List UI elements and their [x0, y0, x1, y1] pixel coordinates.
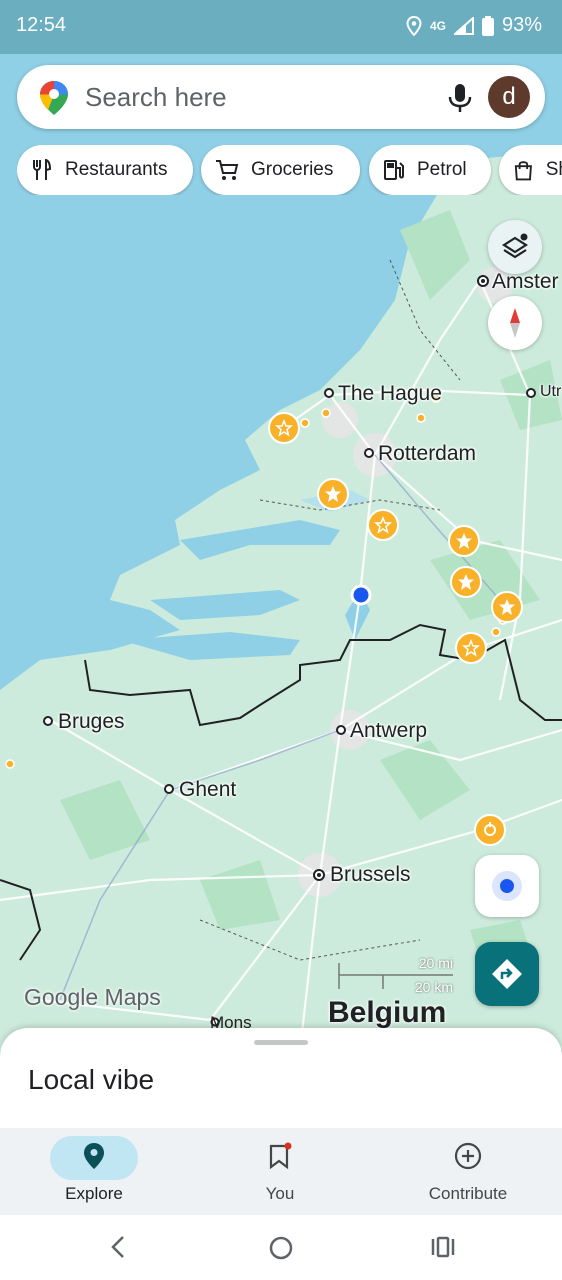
google-maps-logo: Google Maps [24, 984, 161, 1010]
compass-button[interactable] [488, 296, 542, 350]
home-icon[interactable] [268, 1235, 294, 1261]
chip-shopping[interactable]: Sh [499, 145, 562, 195]
map-label-the-hague[interactable]: The Hague [338, 382, 442, 406]
network-type: 4G [429, 18, 446, 33]
layers-icon [501, 233, 529, 259]
add-circle-icon [454, 1142, 482, 1170]
signal-icon [453, 16, 474, 35]
category-chips: Restaurants Groceries Petrol Sh [17, 145, 562, 195]
map-label-utrecht[interactable]: Utr [540, 383, 561, 401]
nav-contribute[interactable]: Contribute [398, 1132, 538, 1212]
chip-label: Restaurants [65, 159, 168, 180]
chip-petrol[interactable]: Petrol [369, 145, 491, 195]
status-time: 12:54 [16, 14, 67, 36]
fuel-icon [384, 160, 404, 180]
chip-label: Sh [545, 159, 562, 180]
nav-explore[interactable]: Explore [24, 1132, 164, 1212]
layers-button[interactable] [488, 220, 542, 274]
nav-label: You [265, 1184, 295, 1203]
search-input[interactable]: Search here [85, 82, 227, 113]
map-label-belgium[interactable]: Belgium [328, 996, 446, 1030]
back-icon[interactable] [108, 1235, 128, 1259]
scale-miles: 20 mi [418, 955, 453, 971]
bookmark-icon [269, 1142, 292, 1170]
account-avatar[interactable]: d [488, 76, 530, 118]
map-label-bruges[interactable]: Bruges [58, 710, 125, 734]
chip-restaurants[interactable]: Restaurants [17, 145, 193, 195]
chip-groceries[interactable]: Groceries [201, 145, 360, 195]
nav-label: Explore [65, 1184, 123, 1203]
nav-you[interactable]: You [210, 1132, 350, 1212]
search-bar[interactable]: Search here d [17, 65, 545, 129]
chip-label: Groceries [251, 159, 334, 180]
fork-knife-icon [33, 159, 52, 180]
directions-button[interactable] [475, 942, 539, 1006]
status-bar: 12:54 4G 93% [0, 0, 562, 54]
map-label-antwerp[interactable]: Antwerp [350, 719, 427, 743]
sheet-drag-handle[interactable] [254, 1040, 308, 1045]
map-label-ghent[interactable]: Ghent [179, 778, 236, 802]
my-location-icon [492, 871, 522, 901]
battery-level: 93% [501, 14, 542, 36]
compass-icon [510, 308, 520, 338]
bottom-sheet[interactable]: Local vibe [0, 1028, 562, 1128]
recents-icon[interactable] [430, 1235, 456, 1259]
system-navigation-bar [0, 1215, 562, 1280]
screen: Amster Utr The Hague Rotterdam Bruges An… [0, 0, 562, 1280]
cart-icon [216, 160, 239, 180]
pin-icon [84, 1143, 104, 1169]
battery-icon [481, 15, 494, 36]
bottom-navigation: Explore You Contribute [0, 1128, 562, 1215]
sheet-title: Local vibe [28, 1064, 155, 1095]
shopping-bag-icon [514, 161, 532, 181]
my-location-button[interactable] [475, 855, 539, 917]
nav-label: Contribute [428, 1184, 508, 1203]
map-label-brussels[interactable]: Brussels [330, 863, 411, 887]
location-status-icon [406, 15, 422, 36]
map-label-rotterdam[interactable]: Rotterdam [378, 442, 476, 466]
google-maps-pin-icon [40, 81, 68, 115]
map-scale: 20 mi 20 km [338, 955, 453, 995]
directions-icon [492, 959, 522, 989]
chip-label: Petrol [417, 159, 467, 180]
scale-km: 20 km [414, 979, 453, 995]
microphone-icon[interactable] [447, 83, 473, 113]
